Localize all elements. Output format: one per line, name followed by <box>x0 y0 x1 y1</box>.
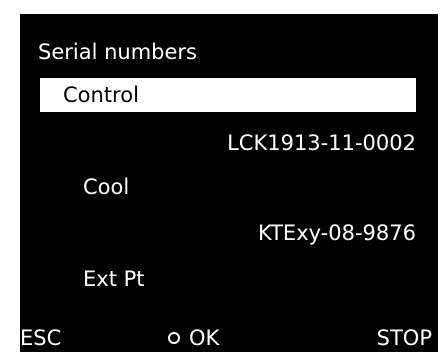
screen-title: Serial numbers <box>38 40 197 64</box>
stop-softkey[interactable]: STOP <box>377 324 432 352</box>
menu-item-control[interactable]: Control <box>40 78 416 112</box>
menu-item-ext-pt[interactable]: Ext Pt <box>83 265 145 293</box>
circle-icon <box>168 332 180 344</box>
menu-item-cool[interactable]: Cool <box>83 173 129 201</box>
device-display: Serial numbers Control LCK1913-11-0002 C… <box>20 14 438 352</box>
serial-value-cool: KTExy-08-9876 <box>257 221 416 245</box>
menu-item-label: Control <box>63 83 139 107</box>
ok-softkey[interactable]: OK <box>168 324 219 352</box>
softkey-bar: ESC OK STOP <box>20 324 438 352</box>
serial-value-control: LCK1913-11-0002 <box>227 131 416 155</box>
esc-softkey[interactable]: ESC <box>20 324 61 352</box>
ok-softkey-label: OK <box>189 326 220 350</box>
